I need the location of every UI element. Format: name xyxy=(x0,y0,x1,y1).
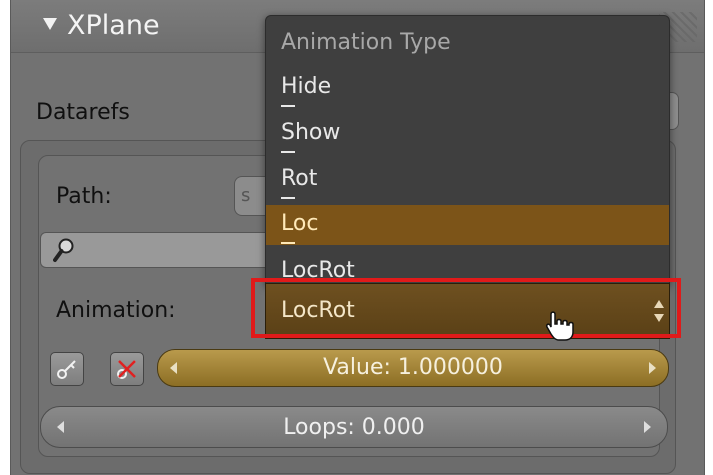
shortcut-underline xyxy=(281,242,295,244)
panel-title: XPlane xyxy=(67,10,160,41)
shortcut-underline xyxy=(281,197,295,199)
key-icon xyxy=(57,360,76,379)
menu-title: Animation Type xyxy=(281,30,451,55)
search-field[interactable] xyxy=(40,232,271,268)
menu-item-label: Loc xyxy=(281,211,319,236)
animation-label: Animation: xyxy=(56,298,176,323)
insert-keyframe-button[interactable] xyxy=(50,352,84,386)
triangle-down-icon[interactable] xyxy=(43,18,57,30)
path-label: Path: xyxy=(56,184,112,209)
hand-pointer-icon xyxy=(546,311,574,341)
menu-item-loc[interactable]: Loc xyxy=(266,205,669,245)
delete-keyframe-button[interactable] xyxy=(110,352,144,386)
value-slider[interactable]: Value: 1.000000 xyxy=(157,349,669,387)
menu-item-rot[interactable]: Rot xyxy=(266,160,669,200)
value-slider-text: Value: 1.000000 xyxy=(323,355,503,380)
menu-item-label: Hide xyxy=(281,74,332,99)
increment-arrow-icon[interactable] xyxy=(649,362,656,374)
shortcut-underline xyxy=(281,105,295,107)
increment-arrow-icon[interactable] xyxy=(644,421,651,433)
loops-slider-text: Loops: 0.000 xyxy=(283,415,425,440)
menu-item-show[interactable]: Show xyxy=(266,114,669,154)
shortcut-underline xyxy=(281,151,295,153)
path-field-text: s xyxy=(241,185,251,206)
annotation-highlight-box xyxy=(251,278,681,338)
menu-item-label: Show xyxy=(281,120,341,145)
menu-item-hide[interactable]: Hide xyxy=(266,68,669,108)
animation-type-menu: Animation Type Hide Show Rot Loc LocRot xyxy=(265,15,670,285)
key-remove-icon xyxy=(117,360,136,379)
loops-slider[interactable]: Loops: 0.000 xyxy=(40,406,668,448)
path-field[interactable]: s xyxy=(234,176,265,216)
magnifier-icon xyxy=(53,238,74,262)
menu-item-label: Rot xyxy=(281,166,318,191)
datarefs-label: Datarefs xyxy=(36,100,130,125)
